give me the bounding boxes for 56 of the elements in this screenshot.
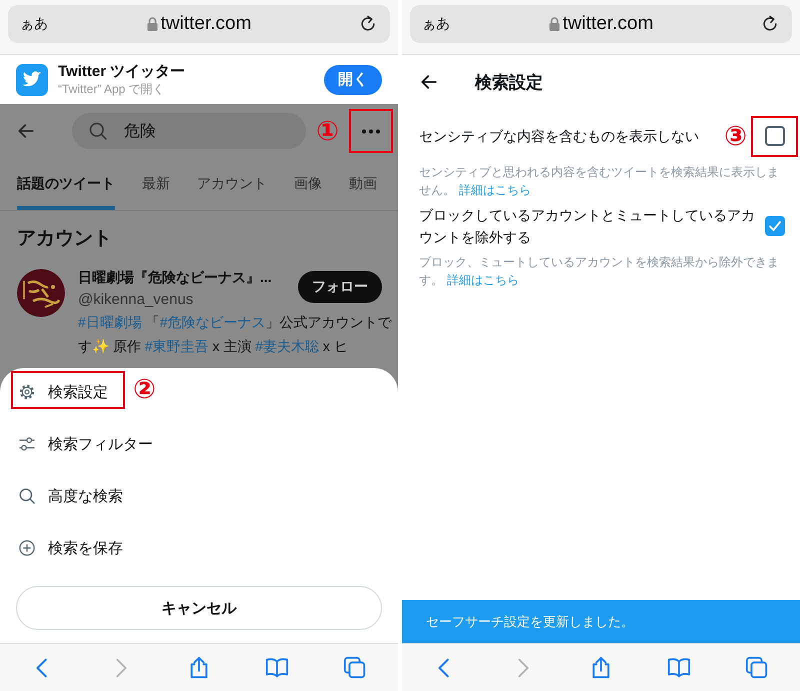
- url-text: twitter.com: [562, 13, 654, 35]
- page-title: 検索設定: [475, 72, 543, 94]
- step-number: ①: [316, 118, 339, 144]
- cancel-button[interactable]: キャンセル: [16, 586, 382, 630]
- checkbox[interactable]: [764, 126, 784, 146]
- search-text: 危険: [124, 122, 156, 142]
- text-size-button[interactable]: ぁあ: [422, 15, 492, 33]
- tab[interactable]: 話題のツイート: [17, 158, 115, 210]
- address-bar[interactable]: ぁあ twitter.com: [410, 5, 792, 43]
- search-field[interactable]: 危険: [72, 113, 306, 149]
- url-text: twitter.com: [160, 13, 252, 35]
- tabs-icon: [343, 656, 367, 680]
- checkbox[interactable]: [765, 216, 785, 236]
- bird-icon: [22, 71, 42, 88]
- more-icon: [361, 128, 381, 134]
- book-icon: [667, 656, 691, 680]
- app-title: Twitter ツイッター: [58, 62, 186, 80]
- follow-button[interactable]: フォロー: [298, 271, 382, 303]
- menu-item[interactable]: 高度な検索: [0, 470, 398, 522]
- setting-label: ブロックしているアカウントとミュートしているアカウントを除外する: [419, 206, 756, 247]
- setting-description: センシティブと思われる内容を含むツイートを検索結果に表示しません。 詳細はこちら: [419, 164, 780, 199]
- checkmark-icon: [768, 219, 782, 233]
- back-button[interactable]: [419, 72, 439, 92]
- tabs-icon: [745, 656, 769, 680]
- menu-item[interactable]: 検索設定 ②: [0, 366, 398, 418]
- account-handle: @kikenna_venus: [78, 291, 194, 308]
- tab[interactable]: 動画: [349, 158, 377, 210]
- toast-message: セーフサーチ設定を更新しました。: [402, 600, 800, 643]
- search-icon: [88, 121, 108, 141]
- gear-icon: [18, 383, 36, 401]
- lock-icon: [146, 17, 158, 31]
- back-arrow-icon: [16, 121, 36, 141]
- menu-item[interactable]: 検索を保存: [0, 522, 398, 574]
- lock-icon: [548, 17, 560, 31]
- section-title: アカウント: [16, 227, 113, 251]
- details-link[interactable]: 詳細はこちら: [459, 183, 531, 197]
- open-app-button[interactable]: 開く: [324, 64, 382, 94]
- step-number: ②: [133, 376, 156, 403]
- address-bar[interactable]: ぁあ twitter.com: [8, 5, 390, 43]
- search-icon: [18, 487, 36, 505]
- account-bio: #日曜劇場 「#危険なビーナス」公式アカウントです✨ 原作 #東野圭吾 x 主演 #妻夫木聡 x ヒ: [78, 313, 393, 356]
- book-icon: [265, 656, 289, 680]
- tab[interactable]: 最新: [142, 158, 170, 210]
- back-arrow-icon: [419, 72, 439, 92]
- details-link[interactable]: 詳細はこちら: [447, 273, 519, 287]
- tab[interactable]: アカウント: [197, 158, 267, 210]
- app-subtitle: “Twitter” App で開く: [58, 80, 166, 98]
- plus-circle-icon: [18, 539, 36, 557]
- tab[interactable]: 画像: [294, 158, 322, 210]
- setting-label: センシティブな内容を含むものを表示しない: [419, 127, 700, 146]
- account-name: 日曜劇場『危険なビーナス』...: [78, 269, 273, 287]
- step-number: ③: [724, 122, 747, 150]
- sliders-icon: [18, 435, 36, 453]
- menu-item[interactable]: 検索フィルター: [0, 418, 398, 470]
- setting-description: ブロック、ミュートしているアカウントを検索結果から除外できます。 詳細はこちら: [419, 254, 780, 289]
- text-size-button[interactable]: ぁあ: [20, 15, 90, 33]
